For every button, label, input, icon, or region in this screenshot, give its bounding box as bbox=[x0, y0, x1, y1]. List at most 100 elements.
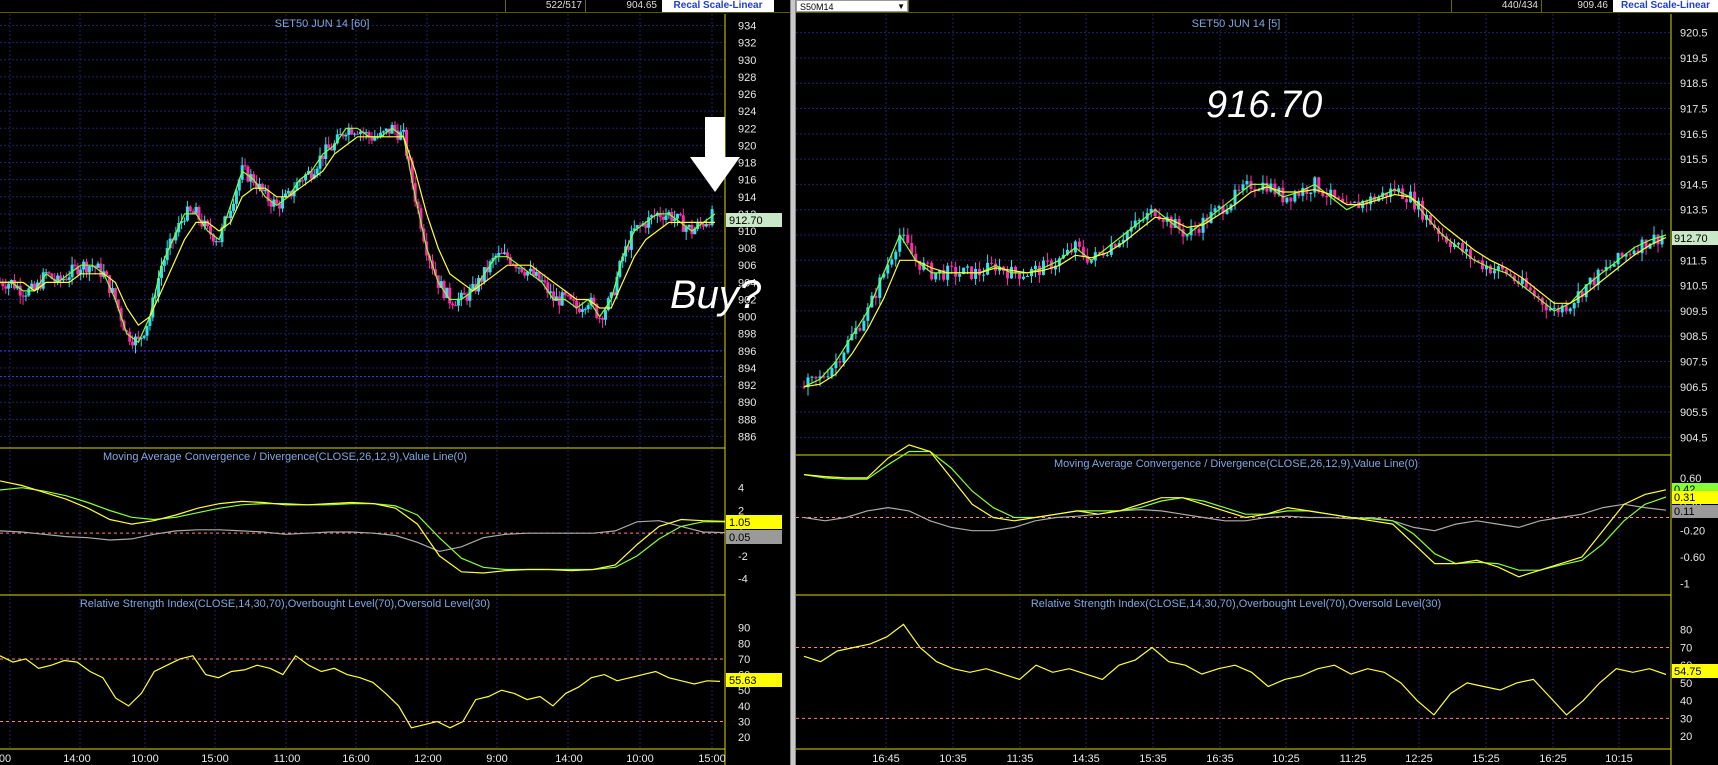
right-hist-tag-text: 0.11 bbox=[1674, 506, 1695, 518]
left-candle-body bbox=[84, 261, 88, 273]
left-candle-body bbox=[678, 213, 682, 216]
right-chart-window[interactable]: S50M14 ▼ 440/434 909.46 Recal Scale-Linea… bbox=[796, 0, 1718, 765]
left-candle-body bbox=[451, 303, 455, 306]
left-chart-canvas[interactable]: SET50 JUN 14 [60] Moving Average Converg… bbox=[0, 0, 790, 765]
left-price-y-tick: 926 bbox=[738, 89, 756, 101]
right-candle-body bbox=[1021, 276, 1025, 279]
right-x-tick: 10:15 bbox=[1605, 753, 1633, 765]
right-candle-body bbox=[1217, 206, 1221, 209]
left-candle-body bbox=[27, 288, 31, 296]
right-price-y-tick: 920.5 bbox=[1680, 28, 1708, 40]
right-candle-body bbox=[1161, 219, 1165, 222]
left-candle-body bbox=[563, 292, 567, 296]
right-chart-canvas[interactable]: SET50 JUN 14 [5] Moving Average Converge… bbox=[796, 0, 1718, 765]
right-candle-body bbox=[1456, 243, 1460, 245]
left-candle-body bbox=[214, 241, 218, 243]
left-macd-title: Moving Average Convergence / Divergence(… bbox=[103, 451, 467, 463]
left-rsi-tag-text: 55.63 bbox=[729, 675, 757, 687]
left-candle-body bbox=[543, 280, 547, 283]
left-candle-body bbox=[601, 318, 605, 320]
left-rsi-title: Relative Strength Index(CLOSE,14,30,70),… bbox=[80, 598, 490, 610]
left-macd-hist-line bbox=[0, 520, 726, 553]
right-x-tick: 11:35 bbox=[1007, 753, 1034, 765]
right-macd-y-tick: -1 bbox=[1680, 578, 1690, 590]
left-candle-body bbox=[243, 165, 247, 167]
right-candle-body bbox=[1045, 260, 1049, 262]
right-candle-body bbox=[950, 265, 954, 267]
right-price-y-tick: 916.5 bbox=[1680, 129, 1708, 141]
left-candle-body bbox=[577, 308, 581, 312]
left-price-y-tick: 920 bbox=[738, 140, 756, 152]
left-candle-body bbox=[701, 223, 705, 227]
left-candle-body bbox=[191, 211, 195, 214]
left-last-price-tag-text: 912.70 bbox=[729, 215, 763, 227]
right-candle-body bbox=[1564, 305, 1568, 312]
left-candle-body bbox=[281, 197, 285, 209]
left-macd-signal-line bbox=[0, 487, 725, 571]
right-candle-body bbox=[838, 361, 842, 363]
right-price-title: SET50 JUN 14 [5] bbox=[1192, 18, 1281, 30]
right-candle-body bbox=[994, 263, 998, 271]
left-candle-body bbox=[315, 168, 319, 175]
left-x-tick: 14:00 bbox=[63, 753, 91, 765]
left-candle-body bbox=[580, 309, 584, 312]
left-candle-body bbox=[448, 287, 452, 304]
left-price-y-tick: 906 bbox=[738, 260, 756, 272]
left-candle-body bbox=[560, 292, 564, 306]
right-x-tick: 10:25 bbox=[1272, 753, 1300, 765]
right-candle-body bbox=[1293, 192, 1297, 202]
right-candle-body bbox=[1449, 242, 1452, 248]
left-price-y-tick: 934 bbox=[738, 21, 756, 33]
right-rsi-title: Relative Strength Index(CLOSE,14,30,70),… bbox=[1031, 598, 1441, 610]
left-candle-body bbox=[183, 220, 187, 222]
right-candle-body bbox=[826, 376, 830, 378]
left-candle-body bbox=[676, 213, 680, 219]
left-candle-body bbox=[327, 144, 331, 149]
left-rsi-y-tick: 50 bbox=[738, 685, 750, 697]
left-x-tick: 10:00 bbox=[131, 753, 159, 765]
left-x-tick: 10:00 bbox=[626, 753, 654, 765]
left-candle-body bbox=[344, 134, 348, 137]
right-macd-tag-text: 0.31 bbox=[1674, 492, 1695, 504]
right-macd-y-tick: -0.60 bbox=[1680, 552, 1705, 564]
left-x-tick: 14:00 bbox=[555, 753, 583, 765]
right-candle-body bbox=[830, 368, 834, 377]
left-chart-window[interactable]: 522/517 904.65 Recal Scale-Linear SET50 … bbox=[0, 0, 790, 765]
right-last-price-tag-text: 912.70 bbox=[1674, 233, 1708, 245]
right-candle-body bbox=[966, 266, 970, 268]
right-price-y-tick: 913.5 bbox=[1680, 205, 1708, 217]
left-candle-body bbox=[381, 131, 385, 133]
left-macd-tag-text: 1.05 bbox=[729, 517, 750, 529]
left-candle-body bbox=[64, 278, 68, 280]
left-candle-body bbox=[583, 309, 587, 311]
right-rsi-line bbox=[803, 623, 1667, 716]
left-candle-body bbox=[373, 137, 377, 141]
right-x-tick: 16:45 bbox=[872, 753, 900, 765]
right-candle-body bbox=[1325, 196, 1329, 198]
left-rsi-y-tick: 30 bbox=[738, 717, 750, 729]
right-price-y-tick: 904.5 bbox=[1680, 432, 1708, 444]
right-x-tick: 16:35 bbox=[1206, 753, 1234, 765]
right-candle-body bbox=[1309, 192, 1313, 195]
right-macd-title: Moving Average Convergence / Divergence(… bbox=[1054, 458, 1418, 470]
right-rsi-y-tick: 50 bbox=[1680, 678, 1692, 690]
high-price-annotation: 916.70 bbox=[1206, 84, 1322, 126]
right-candle-body bbox=[934, 272, 938, 280]
right-rsi-y-tick: 70 bbox=[1680, 642, 1692, 654]
right-candle-body bbox=[862, 320, 866, 331]
right-candle-body bbox=[930, 262, 934, 280]
right-price-y-tick: 905.5 bbox=[1680, 407, 1708, 419]
right-candle-body bbox=[1281, 187, 1285, 203]
right-candle-body bbox=[890, 259, 894, 265]
left-candle-body bbox=[232, 203, 236, 211]
left-macd-y-tick: -4 bbox=[738, 574, 748, 586]
left-ma-fast-line bbox=[0, 127, 716, 344]
right-candle-body bbox=[958, 274, 962, 277]
right-candle-body bbox=[1245, 181, 1249, 185]
left-rsi-y-tick: 20 bbox=[738, 732, 750, 744]
right-candle-body bbox=[858, 327, 862, 331]
left-price-y-tick: 914 bbox=[738, 192, 756, 204]
right-macd-y-tick: -0.20 bbox=[1680, 526, 1705, 538]
left-price-y-tick: 898 bbox=[738, 329, 756, 341]
left-candle-body bbox=[142, 335, 146, 338]
